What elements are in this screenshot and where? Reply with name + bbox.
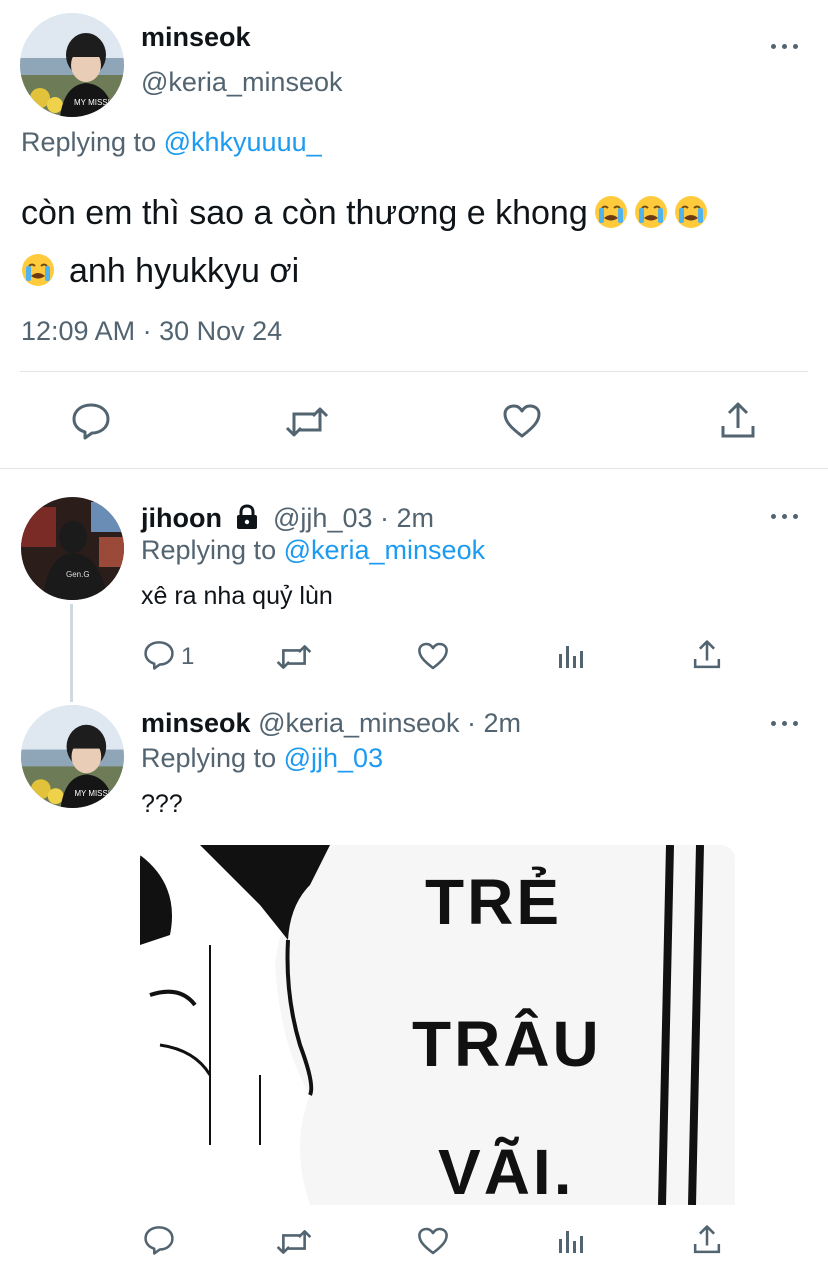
display-name[interactable]: minseok — [141, 708, 251, 738]
avatar[interactable]: MY MISSION — [20, 13, 124, 117]
like-icon[interactable] — [417, 1226, 449, 1256]
more-options-icon[interactable] — [771, 512, 801, 520]
reply-icon[interactable] — [143, 640, 175, 670]
tweet-text: còn em thì sao a còn thương e khong anh … — [21, 184, 811, 300]
replying-to-label: Replying to — [21, 127, 157, 157]
replying-to-handle-link[interactable]: @jjh_03 — [284, 743, 383, 773]
analytics-icon[interactable] — [557, 1227, 585, 1255]
avatar[interactable]: Gen.G — [21, 497, 124, 600]
timestamp[interactable]: 12:09 AM · 30 Nov 24 — [21, 316, 282, 347]
avatar[interactable]: MY MISSION — [21, 705, 124, 808]
replying-to: Replying to @khkyuuuu_ — [21, 127, 322, 158]
more-options-icon[interactable] — [771, 42, 801, 50]
handle-and-time[interactable]: @jjh_03 · 2m — [273, 503, 434, 533]
manga-text-line-1: TRẺ — [425, 866, 562, 938]
share-icon[interactable] — [692, 639, 722, 671]
handle-and-time[interactable]: @keria_minseok · 2m — [258, 708, 521, 738]
replying-to: Replying to @keria_minseok — [141, 535, 485, 566]
crying-face-emoji-icon — [22, 254, 54, 286]
section-divider — [0, 468, 828, 469]
svg-text:Gen.G: Gen.G — [66, 570, 90, 579]
manga-text-line-2: TRÂU — [412, 1008, 602, 1080]
replying-to-handle-link[interactable]: @keria_minseok — [284, 535, 486, 565]
crying-face-emoji-icon — [634, 196, 667, 228]
reply-text: xê ra nha quỷ lùn — [141, 582, 333, 610]
display-name[interactable]: minseok — [141, 22, 251, 53]
replying-to-handle-link[interactable]: @khkyuuuu_ — [164, 127, 322, 157]
handle[interactable]: @keria_minseok — [141, 67, 343, 98]
more-options-icon[interactable] — [771, 719, 801, 727]
reply-count: 1 — [181, 643, 195, 670]
reply-text: ??? — [141, 790, 183, 818]
thread-line — [70, 604, 73, 702]
retweet-icon[interactable] — [276, 643, 312, 671]
reply-icon[interactable] — [71, 402, 111, 440]
like-icon[interactable] — [502, 403, 542, 439]
attached-image[interactable]: TRẺ TRÂU VÃI. — [140, 845, 735, 1205]
replying-to-label: Replying to — [141, 743, 277, 773]
reply-icon[interactable] — [143, 1225, 175, 1255]
analytics-icon[interactable] — [557, 642, 585, 670]
like-icon[interactable] — [417, 641, 449, 671]
tweet-text-line-1: còn em thì sao a còn thương e khong — [21, 184, 811, 242]
replying-to: Replying to @jjh_03 — [141, 743, 383, 774]
tweet-text-line-2: anh hyukkyu ơi — [21, 242, 811, 300]
retweet-icon[interactable] — [276, 1228, 312, 1256]
lock-icon — [236, 504, 257, 529]
share-icon[interactable] — [719, 401, 757, 441]
reply-header: jihoon @jjh_03 · 2m — [141, 503, 434, 534]
display-name[interactable]: jihoon — [141, 503, 222, 533]
retweet-icon[interactable] — [285, 405, 329, 439]
crying-face-emoji-icon — [674, 196, 707, 228]
reply-header: minseok @keria_minseok · 2m — [141, 708, 521, 739]
share-icon[interactable] — [692, 1224, 722, 1256]
replying-to-label: Replying to — [141, 535, 277, 565]
svg-text:MY MISSION: MY MISSION — [74, 98, 122, 107]
crying-face-emoji-icon — [594, 196, 627, 228]
divider — [20, 371, 808, 372]
manga-text-line-3: VÃI. — [438, 1136, 575, 1205]
svg-text:MY MISSION: MY MISSION — [74, 789, 122, 798]
